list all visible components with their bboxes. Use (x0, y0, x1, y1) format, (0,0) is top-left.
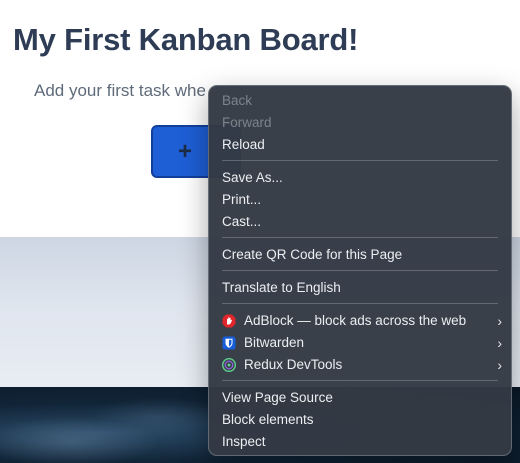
menu-item-label: Bitwarden (244, 335, 305, 350)
menu-item-label: Redux DevTools (244, 357, 343, 372)
menu-item-cast[interactable]: Cast... (214, 211, 506, 233)
menu-item-label: Save As... (222, 170, 283, 185)
menu-item-label: Block elements (222, 412, 314, 427)
menu-item-bitwarden[interactable]: Bitwarden › (214, 332, 506, 354)
menu-item-translate[interactable]: Translate to English (214, 277, 506, 299)
menu-item-block-elements[interactable]: Block elements (214, 409, 506, 431)
plus-icon: + (178, 138, 193, 165)
bitwarden-shield-icon (222, 336, 236, 350)
menu-separator (222, 237, 498, 238)
menu-separator (222, 380, 498, 381)
menu-item-label: Print... (222, 192, 262, 207)
menu-separator (222, 160, 498, 161)
redux-devtools-icon (222, 358, 236, 372)
menu-item-label: Forward (222, 115, 272, 130)
menu-item-view-page-source[interactable]: View Page Source (214, 387, 506, 409)
menu-item-adblock[interactable]: AdBlock — block ads across the web › (214, 310, 506, 332)
menu-item-label: Back (222, 93, 253, 108)
page-title: My First Kanban Board! (13, 22, 359, 57)
menu-item-save-as[interactable]: Save As... (214, 167, 506, 189)
menu-item-redux-devtools[interactable]: Redux DevTools › (214, 354, 506, 376)
chevron-right-icon: › (497, 313, 502, 329)
empty-state-text: Add your first task whe (34, 81, 206, 100)
menu-item-label: AdBlock — block ads across the web (244, 313, 467, 328)
menu-item-create-qr-code[interactable]: Create QR Code for this Page (214, 244, 506, 266)
menu-separator (222, 270, 498, 271)
menu-item-label: Cast... (222, 214, 262, 229)
menu-item-inspect[interactable]: Inspect (214, 431, 506, 453)
menu-item-reload[interactable]: Reload (214, 134, 506, 156)
menu-item-label: View Page Source (222, 390, 333, 405)
menu-item-label: Reload (222, 137, 265, 152)
menu-item-back[interactable]: Back (214, 90, 506, 112)
chevron-right-icon: › (497, 357, 502, 373)
menu-item-label: Translate to English (222, 280, 341, 295)
menu-item-forward[interactable]: Forward (214, 112, 506, 134)
adblock-icon (222, 314, 236, 328)
menu-item-print[interactable]: Print... (214, 189, 506, 211)
context-menu: Back Forward Reload Save As... Print... … (208, 85, 512, 456)
menu-item-label: Inspect (222, 434, 266, 449)
menu-separator (222, 303, 498, 304)
menu-item-label: Create QR Code for this Page (222, 247, 403, 262)
chevron-right-icon: › (497, 335, 502, 351)
